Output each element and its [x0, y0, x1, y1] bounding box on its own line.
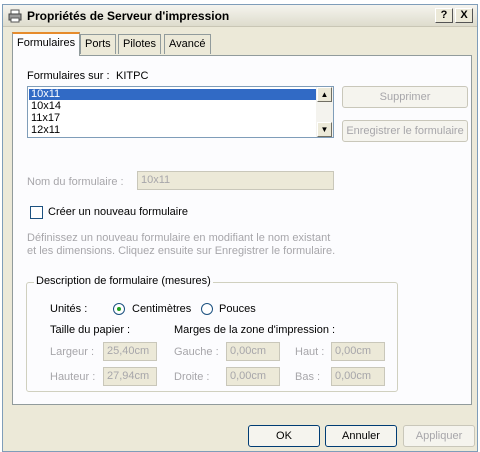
hint-line-1: Définissez un nouveau formulaire en modi…	[27, 232, 331, 244]
width-input[interactable]: 25,40cm	[103, 342, 157, 361]
left-margin-label: Gauche :	[174, 346, 219, 358]
height-label: Hauteur :	[50, 371, 96, 383]
top-margin-input[interactable]: 0,00cm	[331, 342, 385, 361]
printer-icon	[8, 9, 22, 23]
hint-line-2: et les dimensions. Cliquez ensuite sur E…	[27, 245, 336, 257]
unit-cm-label: Centimètres	[132, 303, 192, 315]
unit-inch-radio[interactable]	[201, 303, 213, 315]
list-item[interactable]: 11x17	[29, 113, 316, 124]
paper-size-label: Taille du papier :	[50, 324, 131, 336]
scroll-down-icon[interactable]: ▼	[317, 122, 332, 137]
form-description-title: Description de formulaire (mesures)	[34, 275, 213, 287]
close-button[interactable]: X	[455, 8, 473, 23]
forms-on-label: Formulaires sur :	[27, 70, 110, 82]
width-label: Largeur :	[50, 346, 95, 358]
units-label: Unités :	[50, 303, 88, 315]
right-margin-input[interactable]: 0,00cm	[226, 367, 280, 386]
right-margin-label: Droite :	[174, 371, 210, 383]
save-form-button[interactable]: Enregistrer le formulaire	[342, 120, 468, 142]
tab-formulaires[interactable]: Formulaires	[12, 32, 81, 56]
margins-label: Marges de la zone d'impression :	[174, 324, 336, 336]
tab-pilotes[interactable]: Pilotes	[118, 34, 162, 54]
tab-ports[interactable]: Ports	[80, 34, 116, 54]
ok-button[interactable]: OK	[248, 425, 320, 447]
form-name-input[interactable]: 10x11	[137, 171, 334, 190]
list-item[interactable]: 12x11	[29, 125, 316, 136]
window-title: Propriétés de Serveur d'impression	[27, 9, 230, 23]
list-scrollbar[interactable]: ▲ ▼	[316, 87, 333, 137]
create-new-form-checkbox[interactable]	[30, 206, 43, 219]
cancel-button[interactable]: Annuler	[325, 425, 397, 447]
bottom-margin-label: Bas :	[295, 371, 321, 383]
scroll-up-icon[interactable]: ▲	[317, 87, 332, 102]
left-margin-input[interactable]: 0,00cm	[226, 342, 280, 361]
unit-inch-label: Pouces	[219, 303, 256, 315]
tab-avance[interactable]: Avancé	[164, 34, 211, 54]
title-bar: Propriétés de Serveur d'impression ? X	[3, 5, 477, 27]
server-name: KITPC	[116, 70, 149, 82]
forms-listbox[interactable]: 10x11 10x14 11x17 12x11 ▲ ▼	[27, 86, 334, 138]
list-item[interactable]: 10x14	[29, 101, 316, 112]
help-button[interactable]: ?	[435, 8, 453, 23]
bottom-margin-input[interactable]: 0,00cm	[331, 367, 385, 386]
top-margin-label: Haut :	[295, 346, 325, 358]
form-name-label: Nom du formulaire :	[27, 176, 124, 188]
apply-button[interactable]: Appliquer	[403, 425, 475, 447]
list-item[interactable]: 10x11	[29, 89, 316, 100]
create-new-form-label: Créer un nouveau formulaire	[48, 206, 189, 218]
height-input[interactable]: 27,94cm	[103, 367, 157, 386]
unit-cm-radio[interactable]	[113, 303, 125, 315]
delete-button[interactable]: Supprimer	[342, 86, 468, 108]
